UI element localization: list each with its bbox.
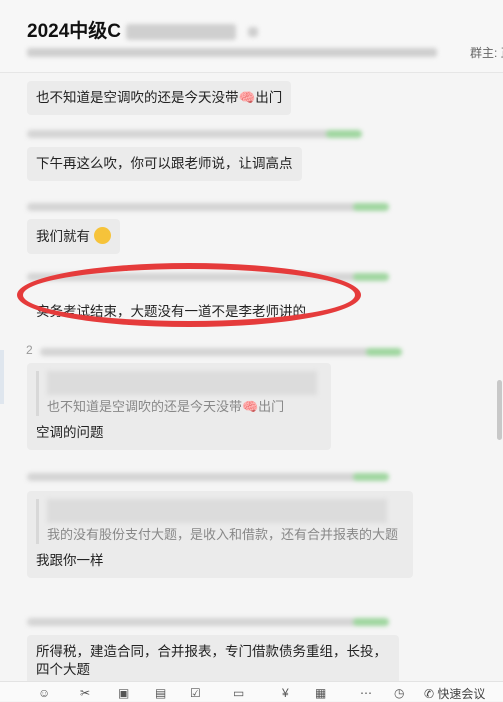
- sender-prefix: 2: [26, 343, 33, 357]
- message-bubble[interactable]: 也不知道是空调吹的还是今天没带🧠出门: [27, 81, 292, 115]
- gif-icon[interactable]: ▦: [315, 686, 326, 700]
- sender-meta: [27, 618, 389, 626]
- reply-message-bubble[interactable]: 我的没有股份支付大题，是收入和借款，还有合并报表的大题 我跟你一样: [27, 491, 413, 578]
- group-title-text: 2024中级C: [27, 21, 121, 42]
- sender-meta: [27, 130, 362, 138]
- sender-meta: [27, 203, 389, 211]
- quoted-message[interactable]: 也不知道是空调吹的还是今天没带🧠出门: [36, 371, 322, 416]
- document-icon[interactable]: ▤: [155, 686, 166, 700]
- group-owner-label: 群主: 正: [470, 46, 503, 60]
- emoji-icon[interactable]: ☺: [38, 686, 50, 700]
- reply-message-bubble[interactable]: 也不知道是空调吹的还是今天没带🧠出门 空调的问题: [27, 363, 331, 450]
- check-icon[interactable]: ☑: [190, 686, 201, 700]
- message-bubble[interactable]: 下午再这么吹，你可以跟老师说，让调高点: [27, 147, 302, 181]
- message-bubble[interactable]: 我们就有: [27, 219, 120, 254]
- folder-icon[interactable]: ▭: [233, 686, 244, 700]
- sender-meta: [27, 473, 389, 481]
- message-text: 我们就有: [36, 229, 90, 244]
- more-icon[interactable]: ⋯: [360, 686, 372, 700]
- message-text: 也不知道是空调吹的还是今天没带🧠出门: [36, 90, 283, 105]
- blurred-title-tail: [247, 26, 258, 37]
- message-text: 所得税，建造合同，合并报表，专门借款债务重组，长投，四个大题: [36, 644, 387, 677]
- message-list[interactable]: 也不知道是空调吹的还是今天没带🧠出门 下午再这么吹，你可以跟老师说，让调高点 我…: [0, 73, 503, 681]
- message-bubble[interactable]: 所得税，建造合同，合并报表，专门借款债务重组，长投，四个大题: [27, 635, 399, 681]
- facepalm-emoji-icon: [93, 227, 111, 244]
- yen-icon[interactable]: ¥: [282, 686, 289, 700]
- message-text: 我跟你一样: [36, 553, 104, 568]
- quick-meeting-button[interactable]: ✆ 快速会议: [424, 685, 485, 702]
- group-subtitle: [27, 44, 457, 58]
- message-text: 空调的问题: [36, 425, 104, 440]
- input-toolbar: ☺ ✂ ▣ ▤ ☑ ▭ ¥ ▦ ⋯ ◷ ✆ 快速会议: [0, 681, 503, 701]
- chat-header: 2024中级C 群主: 正: [0, 0, 503, 73]
- image-icon[interactable]: ▣: [118, 686, 129, 700]
- blurred-title-part: [126, 23, 237, 40]
- quick-meeting-label: 快速会议: [437, 687, 486, 701]
- quoted-message[interactable]: 我的没有股份支付大题，是收入和借款，还有合并报表的大题: [36, 499, 404, 544]
- quoted-text: 我的没有股份支付大题，是收入和借款，还有合并报表的大题: [47, 527, 399, 542]
- red-highlight-circle: [17, 263, 361, 327]
- quoted-text: 也不知道是空调吹的还是今天没带🧠出门: [47, 399, 285, 414]
- scrollbar-thumb[interactable]: [497, 380, 502, 440]
- sender-meta: [40, 348, 402, 356]
- clock-icon[interactable]: ◷: [394, 686, 404, 700]
- scissors-icon[interactable]: ✂: [80, 686, 90, 700]
- message-text: 下午再这么吹，你可以跟老师说，让调高点: [36, 156, 293, 171]
- group-title[interactable]: 2024中级C: [27, 16, 258, 43]
